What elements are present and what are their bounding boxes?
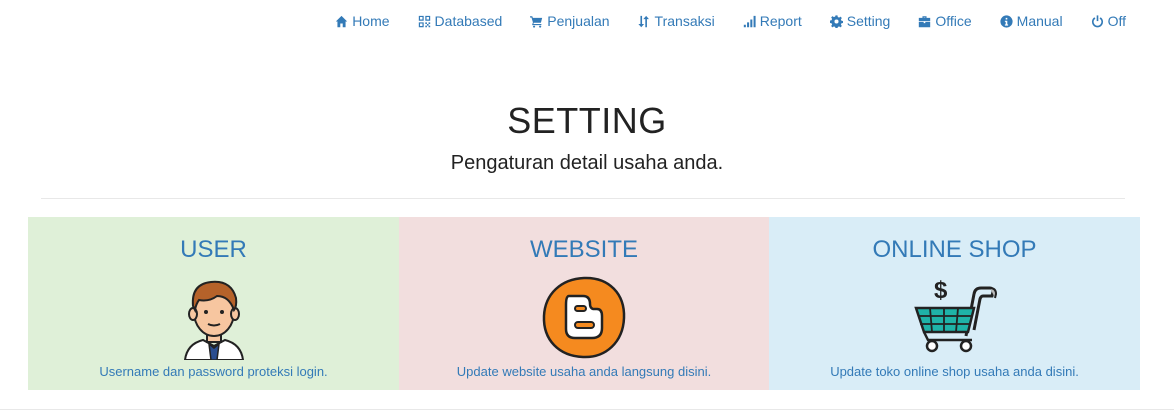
page-subtitle: Pengaturan detail usaha anda. [450, 152, 724, 174]
nav-setting-label: Setting [846, 13, 891, 29]
nav-home-label: Home [352, 13, 390, 29]
footer-divider [0, 409, 1174, 410]
header-divider [41, 198, 1125, 199]
qrcode-icon [418, 15, 430, 27]
nav-off[interactable]: Off [1091, 13, 1126, 29]
card-online-shop-description: Update toko online shop usaha anda disin… [830, 364, 1079, 379]
settings-cards: USER Username dan password proteksi logi… [28, 217, 1140, 390]
nav-manual-label: Manual [1016, 13, 1063, 29]
nav-home[interactable]: Home [335, 13, 390, 29]
nav-office[interactable]: Office [918, 13, 972, 29]
power-icon [1091, 14, 1103, 27]
card-online-shop-title: ONLINE SHOP [872, 236, 1037, 263]
sort-icon [637, 15, 649, 27]
page-title: SETTING [507, 100, 667, 141]
card-website-title: WEBSITE [529, 236, 638, 263]
svg-text:$: $ [934, 277, 948, 304]
signal-icon [743, 15, 756, 27]
shopping-cart-dollar-icon: $ [913, 277, 997, 353]
card-website[interactable]: WEBSITE Update website usaha anda langsu… [399, 217, 769, 390]
nav-setting[interactable]: Setting [829, 13, 891, 29]
gear-icon [829, 14, 843, 28]
card-online-shop[interactable]: ONLINE SHOP $ Update toko online shop us… [769, 217, 1140, 390]
blogger-icon [542, 276, 626, 359]
info-icon [1000, 14, 1013, 28]
card-user-description: Username dan password proteksi login. [99, 364, 328, 379]
nav-manual[interactable]: Manual [1000, 13, 1063, 29]
card-user[interactable]: USER Username dan password proteksi logi… [28, 217, 399, 390]
home-icon [336, 15, 348, 27]
nav-report-label: Report [759, 13, 802, 29]
nav-penjualan-label: Penjualan [547, 13, 610, 29]
nav-transaksi-label: Transaksi [654, 13, 715, 29]
nav-databased[interactable]: Databased [418, 13, 503, 29]
nav-off-label: Off [1107, 13, 1126, 29]
nav-penjualan[interactable]: Penjualan [530, 13, 610, 29]
nav-transaksi[interactable]: Transaksi [637, 13, 715, 29]
cart-icon [530, 15, 543, 28]
briefcase-icon [919, 15, 931, 27]
user-avatar-icon [183, 280, 244, 360]
card-website-description: Update website usaha anda langsung disin… [456, 364, 712, 379]
page-header: SETTING Pengaturan detail usaha anda. [0, 100, 1174, 175]
top-navbar: Home Databased Penjualan Transaksi Repor… [0, 0, 1174, 42]
nav-office-label: Office [935, 13, 972, 29]
card-user-title: USER [180, 236, 247, 263]
nav-databased-label: Databased [434, 13, 503, 29]
nav-report[interactable]: Report [743, 13, 802, 29]
